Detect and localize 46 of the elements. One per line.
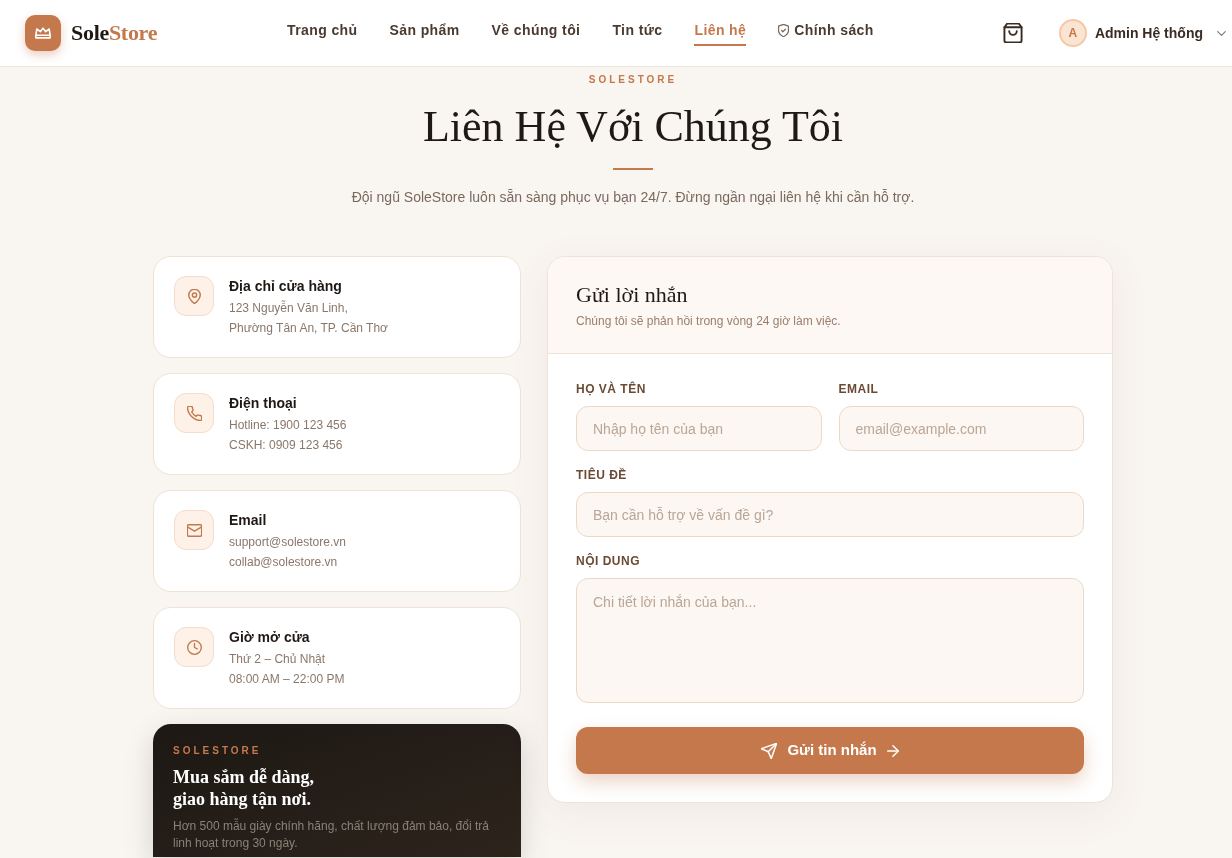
user-avatar: A xyxy=(1058,19,1087,47)
promo-eyebrow: SOLESTORE xyxy=(173,745,263,757)
field-label: NỘI DUNG xyxy=(576,553,641,569)
envelope-icon xyxy=(174,510,214,550)
card-text: support@solestore.vn xyxy=(229,534,346,551)
input-field[interactable]: Nhập họ tên của bạn xyxy=(576,406,822,451)
arrow-right-icon xyxy=(886,744,899,757)
card-title: Địa chỉ cửa hàng xyxy=(229,277,343,296)
card-text: Phường Tân An, TP. Cần Thơ xyxy=(229,320,388,337)
chevron-down-icon xyxy=(1217,30,1226,36)
shopping-bag-icon[interactable] xyxy=(1002,23,1023,43)
card-title: Email xyxy=(229,511,268,530)
form-subtitle: Chúng tôi sẽ phản hồi trong vòng 24 giờ làm việc. xyxy=(576,313,842,329)
promo-heading: Mua sắm dễ dàng, giao hàng tận nơi. xyxy=(173,766,316,810)
card-text: 08:00 AM – 22:00 PM xyxy=(229,671,345,688)
nav-link[interactable]: Sản phẩm xyxy=(389,20,460,46)
form-title: Gửi lời nhắn xyxy=(576,281,689,309)
textarea-field[interactable]: Chi tiết lời nhắn của bạn... xyxy=(576,578,1084,703)
nav-link[interactable]: Trang chủ xyxy=(287,20,358,46)
promo-text: Hơn 500 mẫu giày chính hãng, chất lượng đảm bảo, đổi trả linh hoạt trong 30 ngày. xyxy=(173,818,490,852)
page-subtitle: Đội ngũ SoleStore luôn sẵn sàng phục vụ bạn 24/7. Đừng ngần ngại liên hệ khi cần hỗ trợ. xyxy=(351,188,915,207)
shield-check-icon xyxy=(778,23,790,37)
card-text: Hotline: 1900 123 456 xyxy=(229,417,347,434)
phone-icon xyxy=(174,393,214,433)
location-pin-icon xyxy=(174,276,214,316)
input-field[interactable]: Bạn cần hỗ trợ về vấn đề gì? xyxy=(576,492,1084,537)
card-text: Thứ 2 – Chủ Nhật xyxy=(229,651,327,668)
nav-link[interactable]: Chính sách xyxy=(778,20,874,46)
card-title: Giờ mở cửa xyxy=(229,628,311,647)
clock-icon xyxy=(174,627,214,667)
nav-link[interactable]: Tin tức xyxy=(612,20,663,46)
page-title: Liên Hệ Với Chúng Tôi xyxy=(422,102,844,152)
crown-icon[interactable] xyxy=(25,15,61,51)
nav-link[interactable]: Về chúng tôi xyxy=(491,20,581,46)
send-icon xyxy=(761,742,778,759)
card-text: collab@solestore.vn xyxy=(229,554,339,571)
card-text: CSKH: 0909 123 456 xyxy=(229,437,344,454)
field-label: EMAIL xyxy=(838,381,880,397)
field-label: TIÊU ĐỀ xyxy=(576,467,628,483)
user-menu-button[interactable]: Admin Hệ thống xyxy=(1094,23,1226,43)
card-text: 123 Nguyễn Văn Linh, xyxy=(229,299,349,317)
card-title: Điện thoại xyxy=(229,394,298,413)
logo-text[interactable]: SoleStore xyxy=(71,19,158,47)
input-field[interactable]: email@example.com xyxy=(838,406,1084,451)
field-label: HỌ VÀ TÊN xyxy=(576,381,647,397)
eyebrow-text: SOLESTORE xyxy=(588,74,678,86)
